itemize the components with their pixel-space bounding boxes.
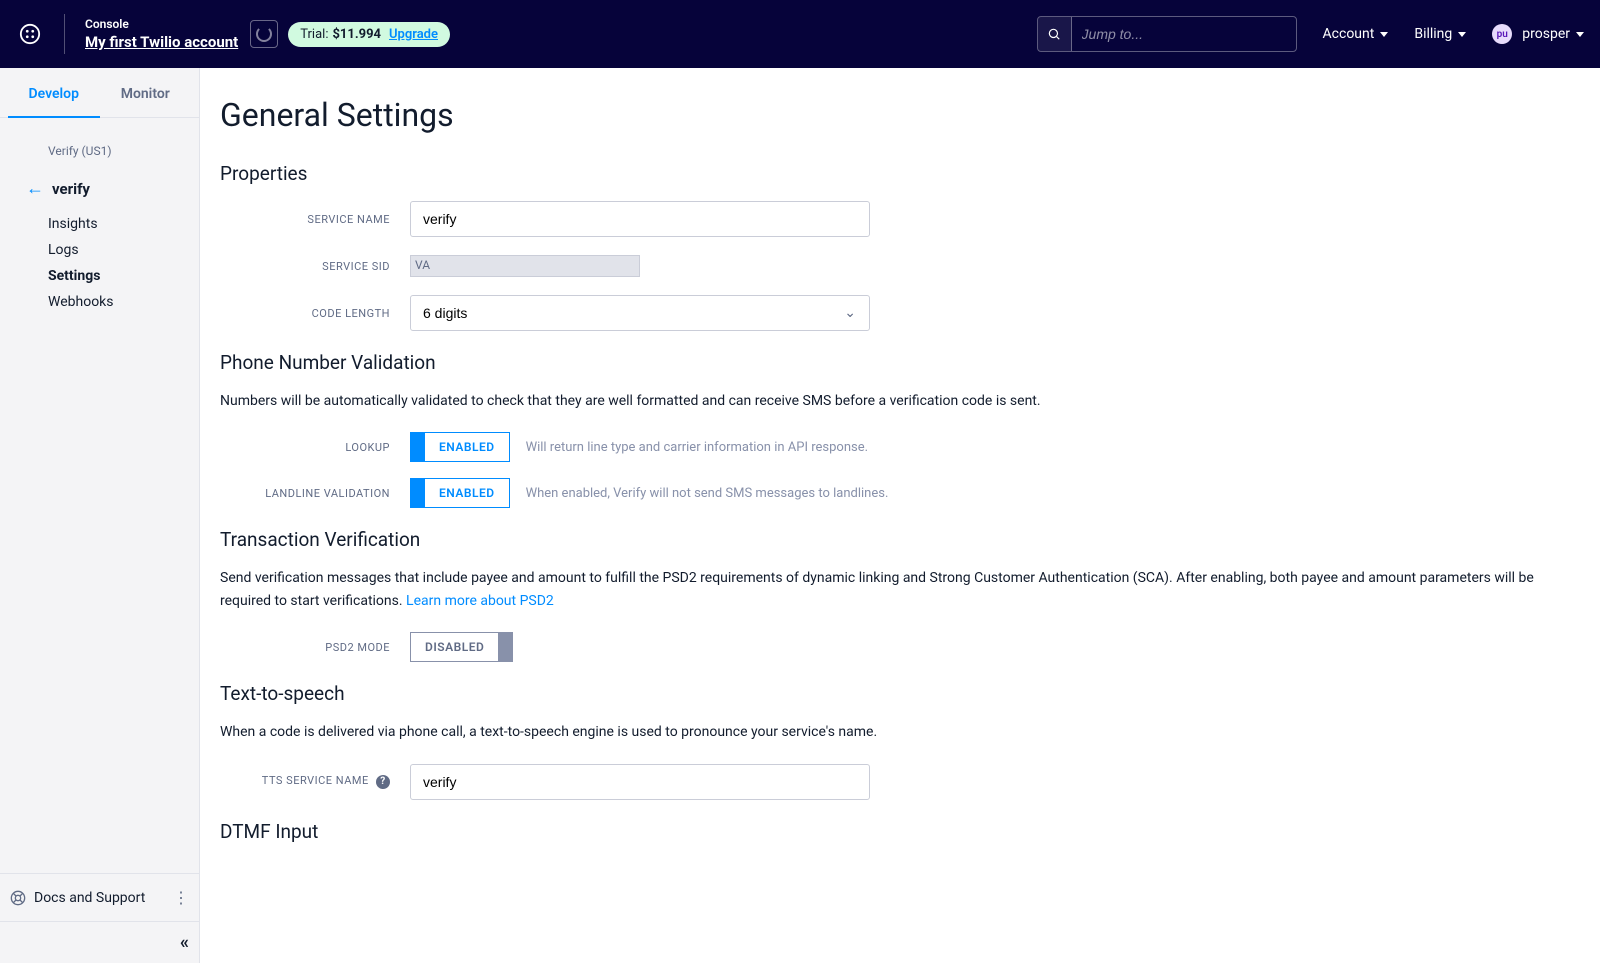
landline-hint: When enabled, Verify will not send SMS m… [526, 486, 889, 501]
code-length-select[interactable]: 6 digits [410, 295, 870, 331]
console-label: Console [85, 17, 238, 31]
sidebar-tabs: Develop Monitor [0, 68, 199, 118]
user-menu-label: prosper [1522, 26, 1570, 42]
main-content: General Settings Properties Service Name… [200, 68, 1600, 963]
chevron-double-left-icon: « [180, 932, 189, 953]
trial-amount: $11.994 [332, 27, 381, 42]
section-properties-heading: Properties [220, 162, 1580, 185]
tts-desc: When a code is delivered via phone call,… [220, 721, 1580, 743]
search-input[interactable] [1072, 26, 1296, 42]
section-tts-heading: Text-to-speech [220, 682, 1580, 705]
section-phone-validation-heading: Phone Number Validation [220, 351, 1580, 374]
search-box[interactable] [1037, 16, 1297, 52]
psd2-learn-more-link[interactable]: Learn more about PSD2 [406, 593, 554, 609]
toggle-handle [498, 633, 512, 661]
collapse-sidebar-button[interactable]: « [0, 921, 199, 963]
account-menu[interactable]: Account [1323, 26, 1389, 42]
divider [64, 14, 65, 54]
section-dtmf-heading: DTMF Input [220, 820, 1580, 843]
psd2-toggle[interactable]: DISABLED [410, 632, 513, 662]
docs-support-link[interactable]: Docs and Support [10, 890, 145, 906]
docs-support-label: Docs and Support [34, 890, 145, 906]
sidebar-item-settings[interactable]: Settings [48, 268, 199, 284]
service-sid-value: VA [410, 255, 640, 277]
sidebar-item-insights[interactable]: Insights [48, 216, 199, 232]
tts-service-name-input[interactable] [410, 764, 870, 800]
billing-menu[interactable]: Billing [1414, 26, 1466, 42]
upgrade-link[interactable]: Upgrade [389, 27, 438, 42]
psd2-label: PSD2 Mode [220, 641, 410, 654]
landline-toggle-state: ENABLED [425, 479, 509, 507]
lookup-hint: Will return line type and carrier inform… [526, 440, 868, 455]
code-length-label: Code Length [220, 307, 410, 320]
section-transaction-heading: Transaction Verification [220, 528, 1580, 551]
avatar: pu [1492, 24, 1512, 44]
tts-service-name-label: TTS Service Name ? [220, 774, 410, 789]
billing-menu-label: Billing [1414, 26, 1452, 42]
twilio-logo-icon[interactable] [16, 20, 44, 48]
search-icon[interactable] [1038, 17, 1072, 51]
sidebar-footer: Docs and Support ⋮ [0, 873, 199, 921]
lookup-label: Lookup [220, 441, 410, 454]
account-switcher[interactable]: My first Twilio account [85, 33, 238, 51]
page-title: General Settings [220, 96, 1580, 134]
toggle-handle [411, 433, 425, 461]
sidebar-service-name[interactable]: verify [52, 180, 90, 198]
landline-toggle[interactable]: ENABLED [410, 478, 510, 508]
sidebar-item-logs[interactable]: Logs [48, 242, 199, 258]
trial-balance-pill: Trial: $11.994 Upgrade [288, 22, 450, 47]
header-context: Console My first Twilio account [85, 17, 238, 51]
service-name-label: Service Name [220, 213, 410, 226]
trial-label: Trial: [300, 27, 328, 42]
top-bar: Console My first Twilio account Trial: $… [0, 0, 1600, 68]
sidebar-item-webhooks[interactable]: Webhooks [48, 294, 199, 310]
transaction-desc: Send verification messages that include … [220, 567, 1580, 612]
landline-label: Landline Validation [220, 487, 410, 500]
tab-develop[interactable]: Develop [8, 68, 100, 118]
sidebar-region-label: Verify (US1) [0, 138, 199, 174]
lookup-toggle-state: ENABLED [425, 433, 509, 461]
service-name-input[interactable] [410, 201, 870, 237]
psd2-toggle-state: DISABLED [411, 633, 498, 661]
account-menu-label: Account [1323, 26, 1375, 42]
chevron-down-icon [1380, 32, 1388, 37]
loading-indicator [250, 20, 278, 48]
user-menu[interactable]: pu prosper [1492, 24, 1584, 44]
sidebar-service-header: ← verify [0, 174, 199, 208]
more-options-icon[interactable]: ⋮ [173, 888, 189, 907]
toggle-handle [411, 479, 425, 507]
sidebar: Develop Monitor Verify (US1) ← verify In… [0, 68, 200, 963]
spinner-icon [256, 26, 272, 42]
chevron-down-icon [1458, 32, 1466, 37]
chevron-down-icon [1576, 32, 1584, 37]
phone-validation-desc: Numbers will be automatically validated … [220, 390, 1580, 412]
help-icon[interactable]: ? [376, 775, 390, 789]
life-ring-icon [10, 890, 26, 906]
tab-monitor[interactable]: Monitor [100, 68, 192, 117]
back-arrow-icon[interactable]: ← [26, 180, 44, 198]
lookup-toggle[interactable]: ENABLED [410, 432, 510, 462]
service-sid-label: Service SID [220, 260, 410, 273]
